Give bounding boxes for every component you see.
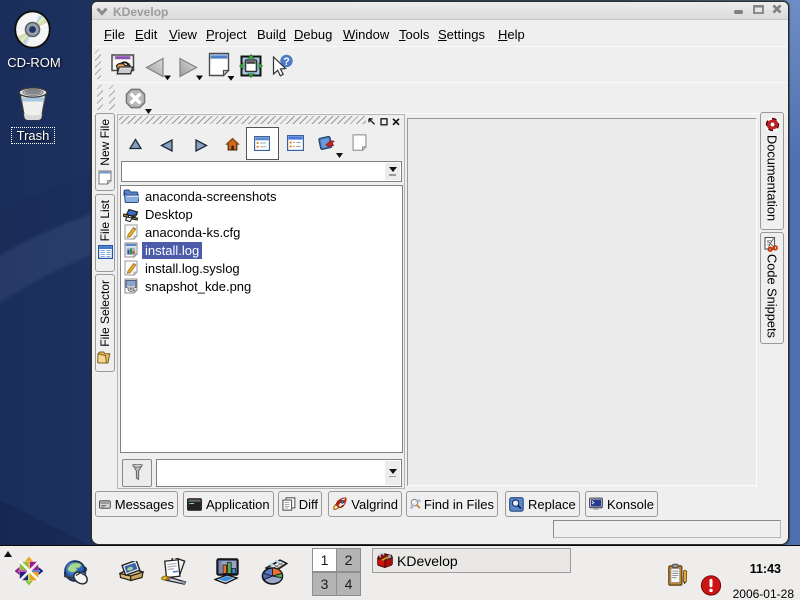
svg-text:?: ? (283, 56, 290, 68)
